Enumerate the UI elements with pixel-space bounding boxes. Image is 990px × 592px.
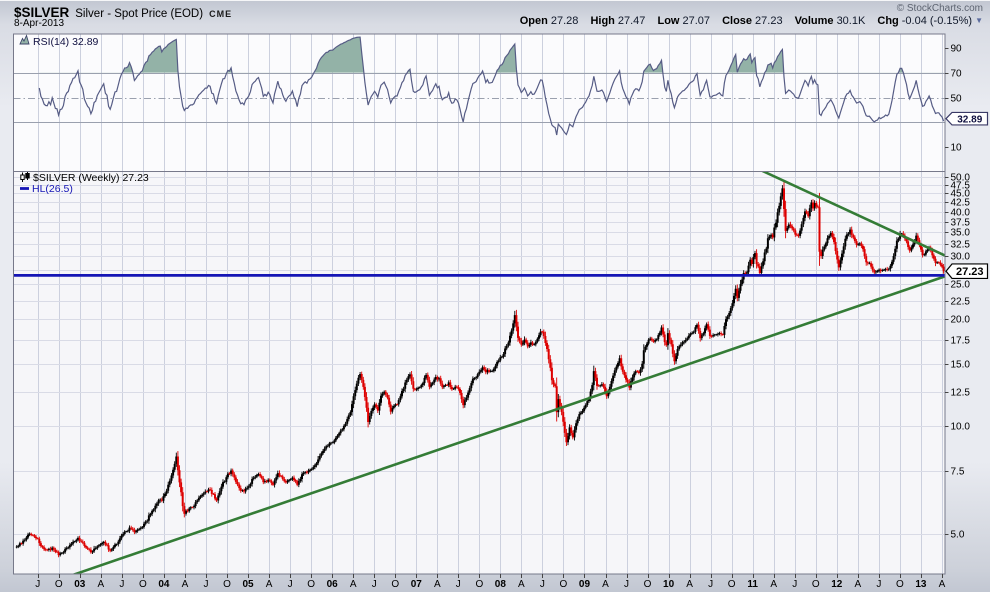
price-axis-label: 32.5 bbox=[951, 240, 971, 251]
price-axis-label: 5.0 bbox=[951, 530, 965, 541]
x-axis-label: 09 bbox=[579, 579, 591, 590]
x-axis-label: A bbox=[686, 579, 693, 590]
x-axis-label: A bbox=[518, 579, 525, 590]
price-axis-label: 25.0 bbox=[951, 280, 971, 291]
rsi-legend: RSI(14) 32.89 bbox=[33, 36, 99, 48]
x-axis-label: O bbox=[307, 579, 315, 590]
x-axis-label: A bbox=[602, 579, 609, 590]
x-axis-label: O bbox=[896, 579, 904, 590]
stockcharts-chart-page: $SILVERSilver - Spot Price (EOD)CME 8-Ap… bbox=[0, 0, 990, 592]
x-axis-label: J bbox=[372, 579, 377, 590]
x-axis-label: J bbox=[288, 579, 293, 590]
price-axis-label: 12.5 bbox=[951, 388, 971, 399]
x-axis-label: O bbox=[644, 579, 652, 590]
x-axis-label: J bbox=[624, 579, 629, 590]
price-axis-label: 15.0 bbox=[951, 360, 971, 371]
chart-canvas: 50.047.545.042.540.037.535.032.530.025.0… bbox=[0, 1, 990, 592]
x-axis-label: O bbox=[139, 579, 147, 590]
x-axis-label: O bbox=[391, 579, 399, 590]
price-value-box-text: 27.23 bbox=[956, 266, 984, 278]
x-axis-label: O bbox=[475, 579, 483, 590]
x-axis-label: 07 bbox=[411, 579, 423, 590]
x-axis-label: J bbox=[35, 579, 40, 590]
x-axis-label: 03 bbox=[74, 579, 86, 590]
x-axis-label: A bbox=[770, 579, 777, 590]
x-axis-label: 10 bbox=[663, 579, 675, 590]
x-axis-label: O bbox=[223, 579, 231, 590]
x-axis-label: J bbox=[456, 579, 461, 590]
price-axis-label: 22.5 bbox=[951, 297, 971, 308]
x-axis-label: 11 bbox=[747, 579, 758, 590]
candlestick-legend-icon bbox=[26, 174, 29, 179]
price-axis-label: 20.0 bbox=[951, 315, 971, 326]
rsi-axis-label: 50 bbox=[951, 94, 963, 105]
x-axis-label: O bbox=[55, 579, 63, 590]
price-axis-label: 10.0 bbox=[951, 422, 971, 433]
x-axis-label: J bbox=[708, 579, 713, 590]
price-axis-label: 30.0 bbox=[951, 252, 971, 263]
x-axis-label: J bbox=[876, 579, 881, 590]
x-axis-label: 13 bbox=[915, 579, 927, 590]
price-axis-label: 17.5 bbox=[951, 336, 971, 347]
x-axis-label: A bbox=[182, 579, 189, 590]
rsi-axis-label: 70 bbox=[951, 69, 963, 80]
price-axis-label: 7.5 bbox=[951, 467, 965, 478]
x-axis-label: A bbox=[434, 579, 441, 590]
x-axis-label: 12 bbox=[831, 579, 843, 590]
hl-legend: HL(26.5) bbox=[32, 183, 73, 195]
x-axis-label: J bbox=[540, 579, 545, 590]
rsi-axis-label: 90 bbox=[951, 44, 963, 55]
x-axis-label: O bbox=[812, 579, 820, 590]
price-axis-label: 35.0 bbox=[951, 228, 971, 239]
x-axis-label: J bbox=[792, 579, 797, 590]
x-axis-label: O bbox=[560, 579, 568, 590]
x-axis-label: 04 bbox=[158, 579, 170, 590]
x-axis-label: A bbox=[855, 579, 862, 590]
rsi-axis-label: 10 bbox=[951, 143, 963, 154]
x-axis-label: 08 bbox=[495, 579, 507, 590]
x-axis-label: 06 bbox=[327, 579, 339, 590]
x-axis-label: A bbox=[266, 579, 273, 590]
x-axis-label: J bbox=[119, 579, 124, 590]
x-axis-label: 05 bbox=[242, 579, 254, 590]
x-axis-labels: J O 03 A J O 04 A J O 05 A J O 06 A J O 07 A J O 08 A J O 09 A J O 10 A… bbox=[35, 574, 945, 590]
x-axis-label: A bbox=[939, 579, 946, 590]
x-axis-label: A bbox=[350, 579, 357, 590]
x-axis-label: A bbox=[97, 579, 104, 590]
x-axis-label: O bbox=[728, 579, 736, 590]
x-axis-label: J bbox=[203, 579, 208, 590]
rsi-value-box-text: 32.89 bbox=[957, 114, 982, 125]
